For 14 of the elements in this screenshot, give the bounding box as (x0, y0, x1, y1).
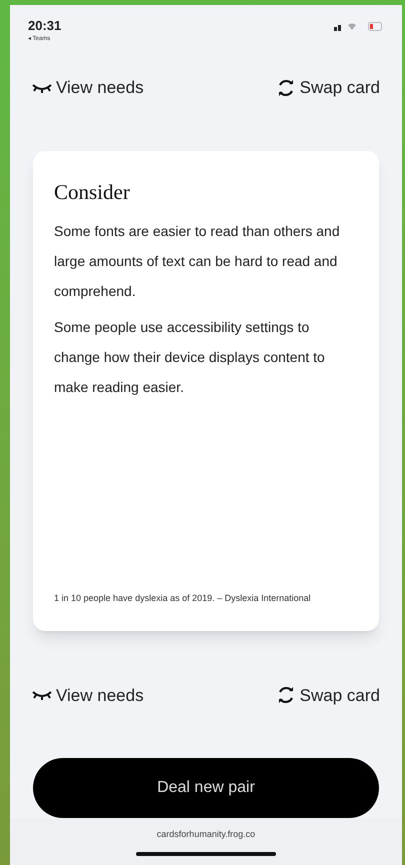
view-needs-button[interactable]: View needs (32, 75, 144, 100)
card-paragraph: Some people use accessibility settings to change how their device displays content to make reading easier. (54, 318, 326, 397)
closed-eye-icon (32, 82, 52, 93)
swap-card-button[interactable]: Swap card (276, 682, 380, 708)
card-paragraph: Some fonts are easier to read than others and large amounts of text can be hard to read and comprehend. (54, 222, 341, 301)
deal-new-pair-button[interactable]: Deal new pair (33, 758, 379, 818)
view-needs-button[interactable]: View needs (32, 682, 144, 708)
closed-eye-icon (32, 690, 52, 700)
card-footnote: 1 in 10 people have dyslexia as of 2019. – Dyslexia International (54, 592, 312, 605)
status-icons (334, 19, 384, 33)
status-time: 20:31 (28, 19, 62, 32)
card-title: Consider (54, 178, 131, 206)
url-text[interactable]: cardsforhumanity.frog.co (156, 828, 256, 842)
swap-card-button[interactable]: Swap card (276, 75, 380, 100)
